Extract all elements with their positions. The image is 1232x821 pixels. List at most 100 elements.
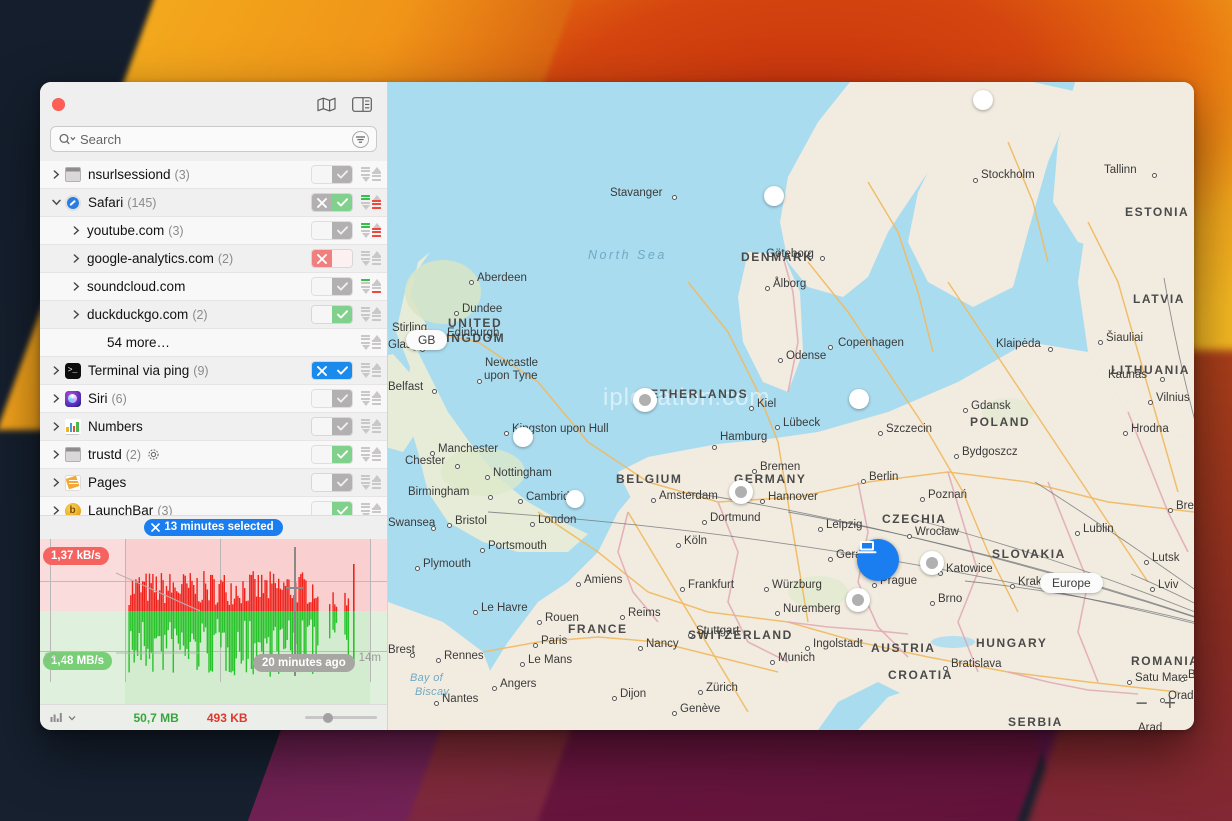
region-pill[interactable]: Europe [1040,573,1103,593]
disclosure-triangle-closed[interactable] [48,366,64,375]
off-toggle[interactable] [311,221,353,240]
disclosure-triangle-closed[interactable] [48,422,64,431]
zoom-in-button[interactable]: + [1164,692,1176,716]
country-pill[interactable]: GB [406,330,448,350]
frankfurt-node[interactable] [729,480,753,504]
off-toggle[interactable] [311,165,353,184]
connection-list[interactable]: nsurlsessiond (3) Safari (145) youtube.com (3… [40,161,387,515]
toggle-allow-half[interactable] [332,446,352,463]
allow-toggle[interactable] [311,501,353,515]
connection-row[interactable]: Pages [40,469,387,497]
toggle-deny-half[interactable] [312,306,332,323]
disclosure-triangle-closed[interactable] [48,478,64,487]
gear-icon[interactable] [147,448,160,461]
amsterdam-node[interactable] [633,388,657,412]
map-city-dot [775,425,780,430]
toggle-allow-half[interactable] [332,502,352,515]
toggle-allow-half[interactable] [332,222,352,239]
connection-row[interactable]: Siri (6) [40,385,387,413]
map-view[interactable]: iplocation.com North Sea Bay of Biscay ESTO… [388,82,1194,730]
connection-row[interactable]: soundcloud.com [40,273,387,301]
toggle-deny-half[interactable] [312,502,332,515]
off-toggle[interactable] [311,277,353,296]
connection-count: (2) [192,307,208,322]
disclosure-triangle-closed[interactable] [48,170,64,179]
map-city-dot [1152,173,1157,178]
disclosure-triangle-closed[interactable] [68,254,84,263]
toggle-deny-half[interactable] [312,362,332,379]
connection-row[interactable]: nsurlsessiond (3) [40,161,387,189]
stockholm-node[interactable] [973,90,993,110]
toggle-allow-half[interactable] [332,250,352,267]
chevron-down-icon[interactable] [68,715,76,721]
map-country-label: AUSTRIA [871,641,936,655]
connection-row[interactable]: Numbers [40,413,387,441]
connection-row[interactable]: google-analytics.com (2) [40,245,387,273]
london-node[interactable] [513,427,533,447]
toggle-deny-half[interactable] [312,250,332,267]
toggle-deny-half[interactable] [312,222,332,239]
vienna-node[interactable] [920,551,944,575]
allow-toggle[interactable] [311,445,353,464]
goteborg-node[interactable] [764,186,784,206]
search-input[interactable]: Search [50,126,377,152]
disclosure-triangle-closed[interactable] [68,226,84,235]
close-button[interactable] [52,97,65,111]
toggle-allow-half[interactable] [332,474,352,491]
connection-row[interactable]: duckduckgo.com (2) [40,301,387,329]
disclosure-triangle-closed[interactable] [48,394,64,403]
bandwidth-indicator [359,222,383,239]
toggle-allow-half[interactable] [332,306,352,323]
off-toggle[interactable] [311,389,353,408]
disclosure-triangle-closed[interactable] [68,282,84,291]
disclosure-triangle-closed[interactable] [68,310,84,319]
toggle-deny-half[interactable] [312,418,332,435]
graz-node[interactable] [846,588,870,612]
bw-bar [372,178,381,181]
berlin-node[interactable] [849,389,869,409]
connection-row[interactable]: trustd (2) [40,441,387,469]
toggle-deny-half[interactable] [312,446,332,463]
map-zoom-controls[interactable]: − + [1135,692,1176,716]
toggle-allow-half[interactable] [332,194,352,211]
toggle-allow-half[interactable] [332,278,352,295]
close-x-icon[interactable] [151,522,161,532]
toggle-deny-half[interactable] [312,474,332,491]
zoom-out-button[interactable]: − [1135,692,1147,716]
connection-name: trustd [88,447,122,462]
toggle-deny-half[interactable] [312,390,332,407]
toggle-allow-half[interactable] [332,362,352,379]
allow-deny-toggle[interactable] [311,193,353,212]
toggle-allow-half[interactable] [332,166,352,183]
allow-toggle[interactable] [311,305,353,324]
map-icon[interactable] [313,93,339,115]
throughput-graph[interactable]: 1,37 kB/s 1,48 MB/s 20 minutes ago 14m 2… [40,539,387,704]
selection-badge[interactable]: 13 minutes selected [144,519,283,536]
off-toggle[interactable] [311,473,353,492]
toggle-deny-half[interactable] [312,278,332,295]
off-toggle[interactable] [311,417,353,436]
disclosure-triangle-closed[interactable] [48,450,64,459]
disclosure-triangle-open[interactable] [48,199,64,206]
zoom-slider[interactable] [305,712,378,723]
deny-toggle[interactable] [311,249,353,268]
map-city-label: Wrocław [915,526,959,538]
connection-row[interactable]: youtube.com (3) [40,217,387,245]
connection-row[interactable]: 54 more… [40,329,387,357]
disclosure-triangle-closed[interactable] [48,506,64,515]
toggle-allow-half[interactable] [332,418,352,435]
toggle-deny-half[interactable] [312,194,332,211]
connection-row[interactable]: >_ Terminal via ping (9) [40,357,387,385]
connection-row[interactable]: b LaunchBar (3) [40,497,387,515]
selected-toggle[interactable] [311,361,353,380]
this-device-marker[interactable] [857,539,899,581]
paris-node[interactable] [566,490,584,508]
chart-mode-selector[interactable] [50,712,76,723]
zoom-slider-knob[interactable] [323,712,334,723]
sidebar-layout-icon[interactable] [349,93,375,115]
connection-row[interactable]: Safari (145) [40,189,387,217]
toggle-allow-half[interactable] [332,390,352,407]
filter-icon[interactable] [352,130,369,148]
toggle-deny-half[interactable] [312,166,332,183]
bw-bar [361,257,370,260]
